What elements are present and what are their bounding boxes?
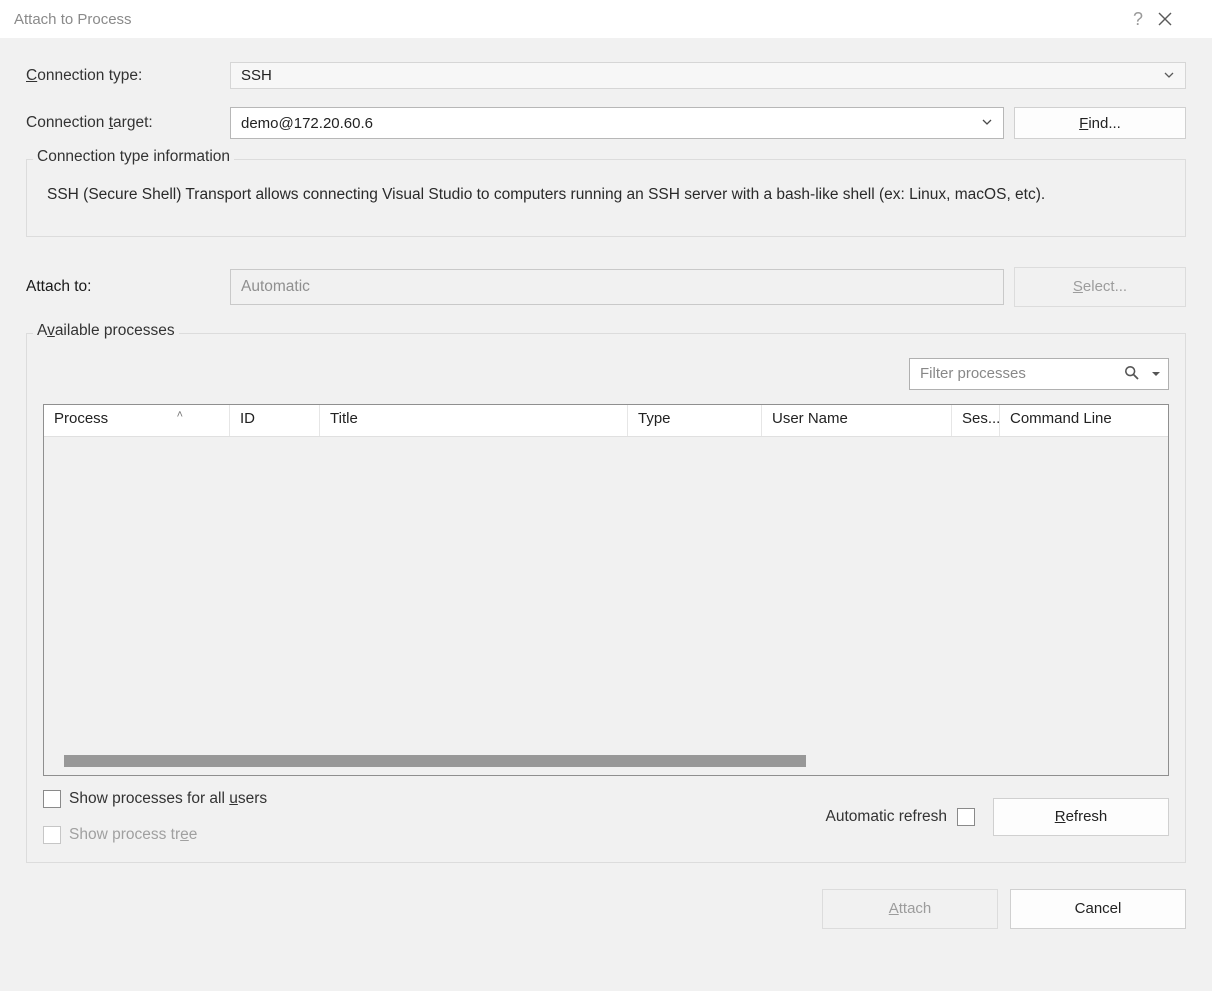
checkbox-icon [43, 826, 61, 844]
column-id[interactable]: ID [230, 405, 320, 436]
window-title: Attach to Process [14, 11, 1118, 28]
close-icon[interactable] [1158, 12, 1198, 26]
dropdown-icon[interactable] [1152, 372, 1160, 376]
attach-to-label: Attach to: [26, 278, 230, 296]
column-process[interactable]: Process ˄ [44, 405, 230, 436]
connection-type-select[interactable]: SSH [230, 62, 1186, 89]
column-user-name[interactable]: User Name [762, 405, 952, 436]
connection-target-label: Connection target: [26, 114, 230, 132]
column-type[interactable]: Type [628, 405, 762, 436]
chevron-down-icon [1163, 69, 1175, 81]
sort-ascending-icon: ˄ [177, 409, 183, 421]
column-title[interactable]: Title [320, 405, 628, 436]
process-table[interactable]: Process ˄ ID Title Type User Name Ses...… [43, 404, 1169, 776]
chevron-down-icon [981, 116, 993, 128]
connection-target-combobox[interactable]: demo@172.20.60.6 [230, 107, 1004, 139]
automatic-refresh-checkbox[interactable] [957, 808, 975, 826]
automatic-refresh-label: Automatic refresh [826, 808, 947, 826]
attach-button: Attach [822, 889, 998, 929]
help-icon[interactable]: ? [1118, 9, 1158, 30]
show-process-tree-checkbox: Show process tree [43, 826, 826, 844]
column-session[interactable]: Ses... [952, 405, 1000, 436]
filter-placeholder: Filter processes [920, 365, 1026, 382]
filter-processes-input[interactable]: Filter processes [909, 358, 1169, 390]
connection-info-text: SSH (Secure Shell) Transport allows conn… [47, 182, 1165, 208]
connection-info-group-title: Connection type information [33, 148, 234, 166]
find-button[interactable]: Find... [1014, 107, 1186, 139]
cancel-button[interactable]: Cancel [1010, 889, 1186, 929]
select-button: Select... [1014, 267, 1186, 307]
connection-type-value: SSH [241, 67, 272, 84]
search-icon[interactable] [1124, 365, 1140, 381]
connection-target-value: demo@172.20.60.6 [241, 115, 373, 132]
checkbox-icon [43, 790, 61, 808]
connection-type-label: Connection type: [26, 67, 230, 85]
column-command-line[interactable]: Command Line [1000, 405, 1168, 436]
available-processes-title: Available processes [33, 322, 179, 340]
show-all-users-checkbox[interactable]: Show processes for all users [43, 790, 826, 808]
attach-to-value: Automatic [230, 269, 1004, 305]
horizontal-scrollbar[interactable] [64, 755, 806, 767]
refresh-button[interactable]: Refresh [993, 798, 1169, 836]
